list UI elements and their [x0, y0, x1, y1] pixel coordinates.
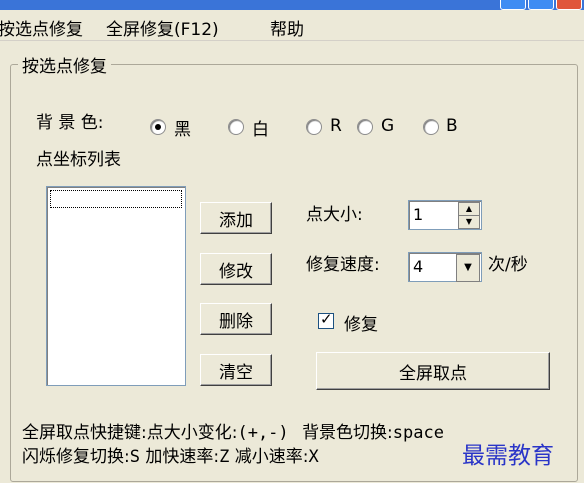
repair-checkbox-label: 修复: [344, 315, 378, 335]
repair-speed-value: 4: [413, 257, 424, 276]
close-button[interactable]: [556, 0, 582, 10]
radio-g-label: G: [381, 116, 395, 136]
hint-faster-label: 加快速率:: [145, 447, 220, 467]
hint-faster-key: Z: [219, 447, 230, 467]
hint-flash-label: 闪烁修复切换:: [22, 447, 130, 467]
modify-button[interactable]: 修改: [200, 253, 272, 285]
radio-black-label: 黑: [174, 120, 191, 140]
radio-r-label: R: [330, 116, 342, 136]
radio-r[interactable]: [306, 119, 322, 135]
hint-bg-switch-label: 背景色切换:: [302, 423, 393, 443]
point-list-label: 点坐标列表: [36, 150, 121, 170]
repair-checkbox[interactable]: [318, 310, 334, 329]
maximize-button[interactable]: [528, 0, 554, 10]
group-title: 按选点修复: [18, 52, 111, 77]
repair-speed-unit: 次/秒: [488, 255, 528, 275]
list-focus-row: [50, 190, 182, 208]
background-color-label: 背 景 色:: [36, 113, 104, 133]
minimize-button[interactable]: [500, 0, 526, 10]
hint-line-1: 全屏取点快捷键:点大小变化:(+,-) 背景色切换:space: [22, 418, 444, 443]
menu-fullscreen-repair[interactable]: 全屏修复(F12): [106, 15, 219, 40]
point-size-stepper[interactable]: 1 ▲ ▼: [408, 200, 482, 230]
clear-button[interactable]: 清空: [200, 354, 272, 386]
point-list-box[interactable]: [46, 186, 186, 386]
radio-white-label: 白: [252, 120, 269, 140]
hint-size-keys: (+,-): [237, 423, 289, 443]
menu-select-point-repair[interactable]: 按选点修复: [0, 15, 83, 40]
watermark-logo: 最需教育: [462, 443, 554, 469]
hint-flash-key: S: [129, 447, 140, 467]
delete-button[interactable]: 删除: [200, 303, 272, 335]
hint-bg-key: space: [392, 423, 444, 443]
point-size-label: 点大小:: [306, 205, 363, 225]
radio-b-label: B: [446, 116, 458, 136]
spin-down-icon[interactable]: ▼: [458, 215, 480, 229]
add-button[interactable]: 添加: [200, 202, 272, 234]
point-size-value: 1: [413, 205, 424, 224]
radio-b[interactable]: [423, 119, 439, 135]
repair-speed-select[interactable]: 4 ▼: [408, 252, 482, 282]
menu-bar: 按选点修复 全屏修复(F12) 帮助: [0, 10, 584, 41]
hint-slower-key: X: [308, 447, 319, 467]
chevron-down-icon[interactable]: ▼: [456, 254, 480, 282]
spin-up-icon[interactable]: ▲: [458, 202, 480, 216]
radio-black[interactable]: [150, 119, 166, 135]
menu-help[interactable]: 帮助: [270, 15, 304, 40]
hint-slower-label: 减小速率:: [234, 447, 309, 467]
radio-white[interactable]: [228, 119, 244, 135]
hint-shortcut-label: 全屏取点快捷键:点大小变化:: [22, 423, 238, 443]
repair-speed-label: 修复速度:: [306, 255, 380, 275]
radio-g[interactable]: [357, 119, 373, 135]
hint-line-2: 闪烁修复切换:S 加快速率:Z 减小速率:X: [22, 442, 319, 467]
title-bar: [0, 0, 584, 10]
fullscreen-pick-button[interactable]: 全屏取点: [316, 352, 550, 390]
